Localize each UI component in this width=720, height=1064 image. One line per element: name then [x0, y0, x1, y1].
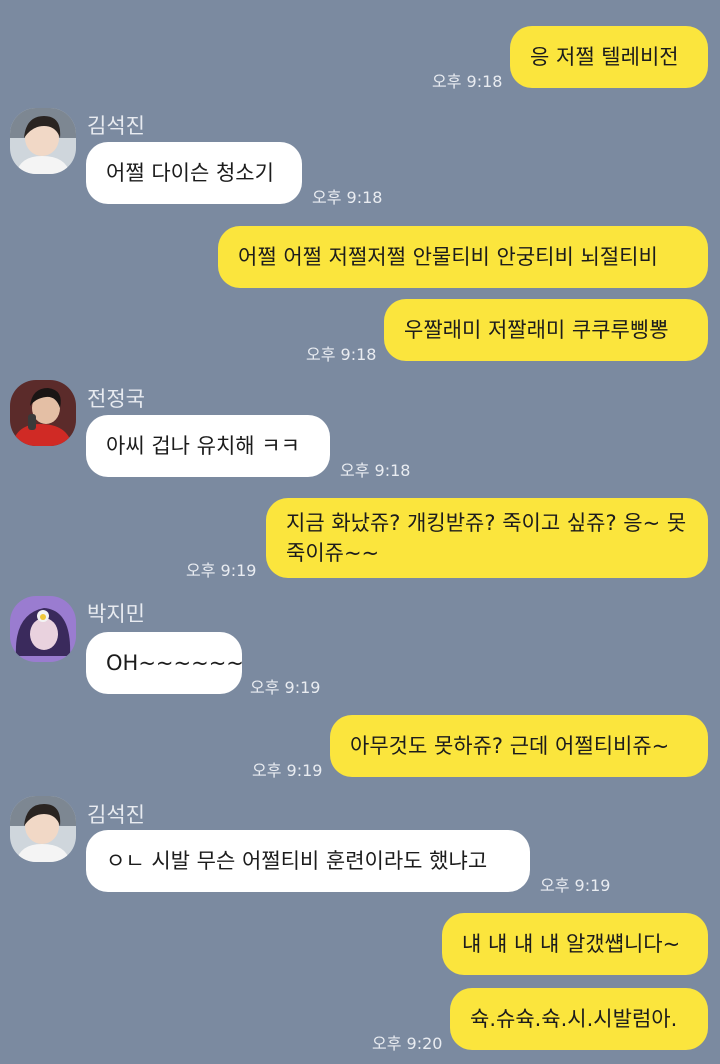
sender-name: 김석진	[87, 803, 145, 827]
message-text: 어쩔 다이슨 청소기	[106, 161, 274, 185]
message-text: ㅇㄴ 시발 무슨 어쩔티비 훈련이라도 했냐고	[106, 849, 488, 873]
message-timestamp: 오후 9:19	[250, 678, 321, 697]
message-timestamp: 오후 9:19	[540, 876, 611, 895]
message-bubble-incoming[interactable]: 아씨 겁나 유치해 ㅋㅋ	[86, 415, 330, 477]
message-bubble-outgoing[interactable]: 냬 냬 냬 냬 알갰썝니다~	[442, 913, 708, 975]
message-text: 아씨 겁나 유치해 ㅋㅋ	[106, 434, 300, 458]
message-timestamp: 오후 9:18	[340, 461, 411, 480]
message-text: 냬 냬 냬 냬 알갰썝니다~	[462, 932, 681, 956]
message-bubble-outgoing[interactable]: 슉.슈슉.슉.시.시발럼아.	[450, 988, 708, 1050]
message-text: OH~~~~~~	[106, 651, 244, 675]
avatar-park-jimin[interactable]	[10, 596, 76, 662]
message-text: 응 저쩔 텔레비전	[530, 45, 679, 69]
message-bubble-incoming[interactable]: OH~~~~~~	[86, 632, 244, 694]
message-bubble-outgoing[interactable]: 어쩔 어쩔 저쩔저쩔 안물티비 안궁티비 뇌절티비	[218, 226, 708, 288]
message-timestamp: 오후 9:19	[252, 761, 323, 780]
message-timestamp: 오후 9:19	[186, 561, 257, 580]
message-bubble-outgoing[interactable]: 아무것도 못하쥬? 근데 어쩔티비쥬~	[330, 715, 708, 777]
message-timestamp: 오후 9:18	[306, 345, 377, 364]
message-bubble-outgoing[interactable]: 우짤래미 저짤래미 쿠쿠루삥뽕	[384, 299, 708, 361]
avatar-kim-seokjin[interactable]	[10, 108, 76, 174]
message-text: 우짤래미 저짤래미 쿠쿠루삥뽕	[404, 318, 669, 342]
message-text: 지금 화났쥬? 개킹받쥬? 죽이고 싶쥬? 응~ 못죽이쥬~~	[286, 511, 687, 565]
sender-name: 전정국	[87, 387, 145, 411]
avatar-image	[10, 380, 76, 446]
message-timestamp: 오후 9:18	[312, 188, 383, 207]
avatar-image	[10, 108, 76, 174]
message-text: 슉.슈슉.슉.시.시발럼아.	[470, 1007, 678, 1031]
sender-name: 김석진	[87, 114, 145, 138]
sender-name: 박지민	[87, 602, 145, 626]
avatar-image	[10, 596, 76, 662]
message-bubble-outgoing[interactable]: 응 저쩔 텔레비전	[510, 26, 708, 88]
message-bubble-outgoing[interactable]: 지금 화났쥬? 개킹받쥬? 죽이고 싶쥬? 응~ 못죽이쥬~~	[266, 498, 708, 578]
message-bubble-incoming[interactable]: 어쩔 다이슨 청소기	[86, 142, 302, 204]
message-text: 어쩔 어쩔 저쩔저쩔 안물티비 안궁티비 뇌절티비	[238, 245, 658, 269]
message-timestamp: 오후 9:18	[432, 72, 503, 91]
message-text: 아무것도 못하쥬? 근데 어쩔티비쥬~	[350, 734, 670, 758]
avatar-kim-seokjin[interactable]	[10, 796, 76, 862]
message-bubble-incoming[interactable]: ㅇㄴ 시발 무슨 어쩔티비 훈련이라도 했냐고	[86, 830, 530, 892]
avatar-image	[10, 796, 76, 862]
message-timestamp: 오후 9:20	[372, 1034, 443, 1053]
avatar-jeon-jungkook[interactable]	[10, 380, 76, 446]
